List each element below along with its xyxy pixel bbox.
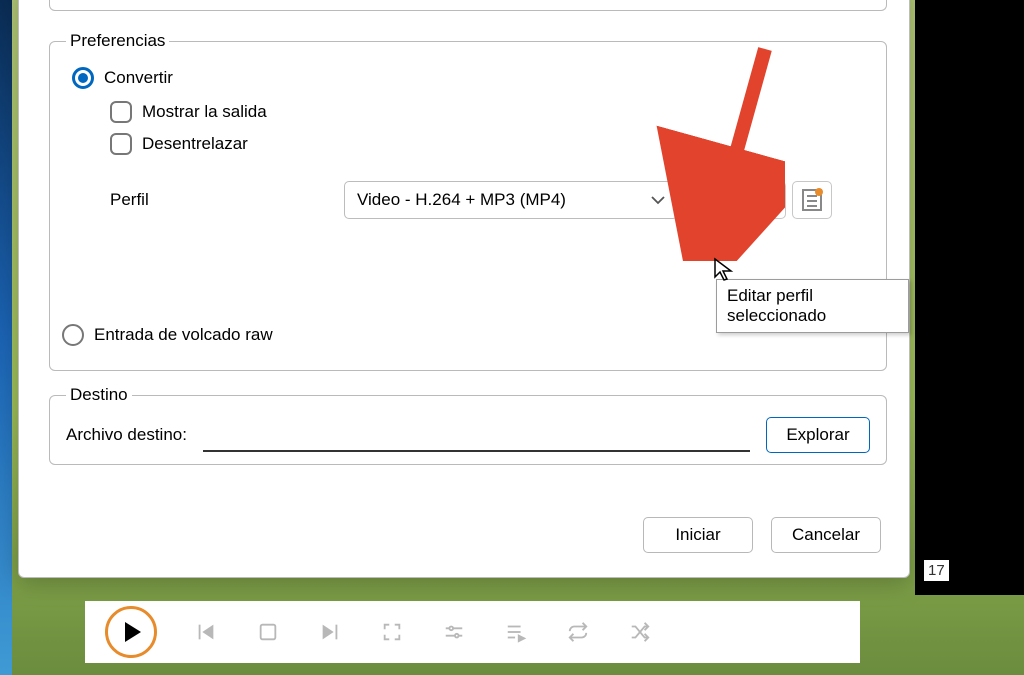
destination-legend: Destino <box>66 385 132 405</box>
next-track-icon[interactable] <box>317 619 343 645</box>
destination-fieldset: Destino Archivo destino: Explorar <box>49 385 887 465</box>
delete-profile-button[interactable]: ✕ <box>746 181 786 219</box>
play-button[interactable] <box>105 606 157 658</box>
settings-sliders-icon[interactable] <box>441 619 467 645</box>
convert-dialog: Preferencias Convertir Mostrar la salida… <box>18 0 910 578</box>
document-icon <box>802 189 822 211</box>
edit-profile-button[interactable] <box>700 181 740 219</box>
raw-dump-radio[interactable]: Entrada de volcado raw <box>62 324 273 346</box>
destination-file-label: Archivo destino: <box>66 425 187 445</box>
wrench-icon <box>709 189 731 211</box>
preferences-legend: Preferencias <box>66 31 169 51</box>
player-controls-bar <box>85 601 860 663</box>
tooltip: Editar perfil seleccionado <box>716 279 909 333</box>
chevron-down-icon <box>651 192 665 208</box>
stop-icon[interactable] <box>255 619 281 645</box>
raw-dump-radio-label: Entrada de volcado raw <box>94 325 273 345</box>
destination-file-input[interactable] <box>203 418 750 452</box>
show-output-checkbox[interactable]: Mostrar la salida <box>110 101 870 123</box>
profile-label: Perfil <box>110 190 344 210</box>
fullscreen-icon[interactable] <box>379 619 405 645</box>
profile-select-value: Video - H.264 + MP3 (MP4) <box>357 190 566 210</box>
deinterlace-checkbox[interactable]: Desentrelazar <box>110 133 870 155</box>
x-icon: ✕ <box>757 187 775 213</box>
shuffle-icon[interactable] <box>627 619 653 645</box>
cancel-button[interactable]: Cancelar <box>771 517 881 553</box>
show-output-label: Mostrar la salida <box>142 102 267 122</box>
convert-radio[interactable]: Convertir <box>72 67 870 89</box>
repeat-icon[interactable] <box>565 619 591 645</box>
playlist-icon[interactable] <box>503 619 529 645</box>
prev-track-icon[interactable] <box>193 619 219 645</box>
time-label: 17 <box>924 560 949 581</box>
convert-radio-label: Convertir <box>104 68 173 88</box>
browse-button[interactable]: Explorar <box>766 417 870 453</box>
profile-select[interactable]: Video - H.264 + MP3 (MP4) <box>344 181 678 219</box>
start-button[interactable]: Iniciar <box>643 517 753 553</box>
deinterlace-label: Desentrelazar <box>142 134 248 154</box>
new-profile-button[interactable] <box>792 181 832 219</box>
